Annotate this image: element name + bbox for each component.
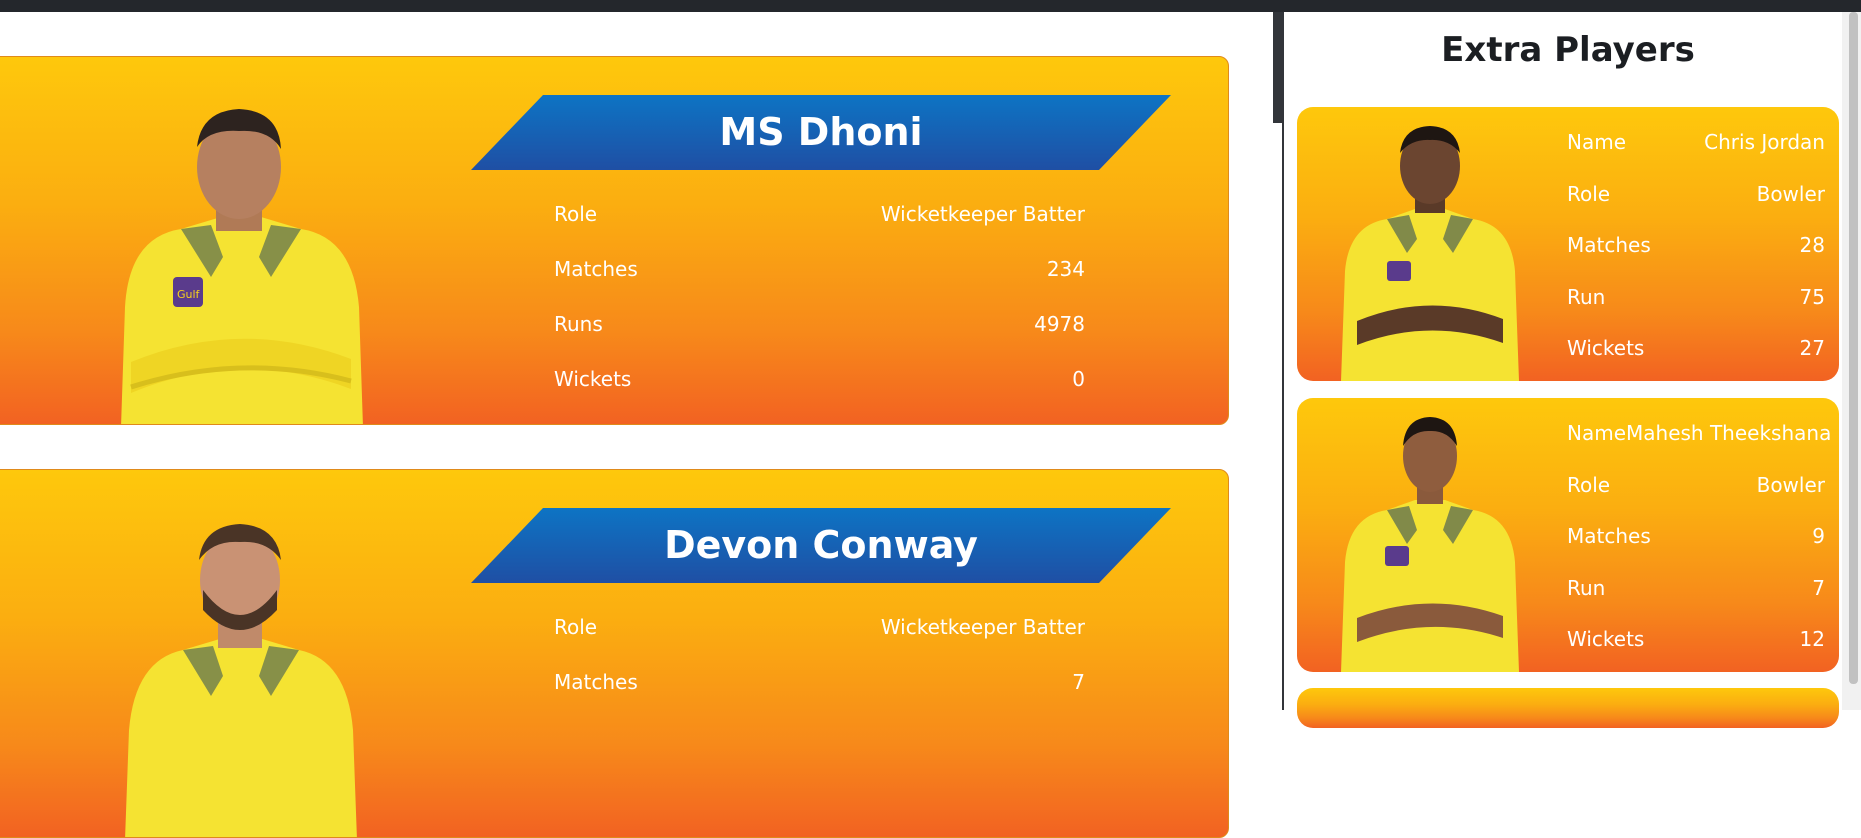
- extra-player-stats: Name Chris Jordan Role Bowler Matches 28…: [1567, 117, 1825, 375]
- stat-value: 0: [1072, 367, 1085, 391]
- extra-player-card[interactable]: Name Mahesh Theekshana Role Bowler Match…: [1297, 398, 1839, 672]
- stat-row-role: Role Wicketkeeper Batter: [554, 187, 1085, 242]
- player-card[interactable]: Devon Conway Role Wicketkeeper Batter Ma…: [0, 469, 1229, 838]
- stat-row-runs: Runs 4978: [554, 297, 1085, 352]
- player-name: MS Dhoni: [719, 110, 923, 154]
- extra-stat-row-name: Name Mahesh Theekshana: [1567, 408, 1831, 460]
- scrollbar-thumb[interactable]: [1849, 12, 1858, 684]
- stat-label: Run: [1567, 575, 1606, 600]
- extra-player-stats: Name Mahesh Theekshana Role Bowler Match…: [1567, 408, 1831, 666]
- stat-label: Matches: [1567, 233, 1651, 257]
- stat-value: 12: [1799, 627, 1825, 651]
- stat-row-role: Role Wicketkeeper Batter: [554, 600, 1085, 655]
- extra-stat-row-wickets: Wickets 12: [1567, 614, 1825, 666]
- stat-label: Wickets: [1567, 336, 1645, 360]
- stat-label: Wickets: [1567, 627, 1645, 651]
- player-stats: Role Wicketkeeper Batter Matches 7: [554, 600, 1085, 710]
- extra-stat-row-role: Role Bowler: [1567, 460, 1825, 512]
- stat-label: Run: [1567, 284, 1606, 309]
- stat-label: Matches: [554, 257, 638, 281]
- stat-label: Role: [554, 202, 598, 226]
- stat-label: Matches: [1567, 524, 1651, 548]
- stat-label: Runs: [554, 312, 603, 336]
- player-photo: [1341, 126, 1519, 381]
- stat-value: 7: [1072, 670, 1085, 694]
- player-name-banner: MS Dhoni: [471, 95, 1171, 170]
- stat-value: 7: [1812, 575, 1825, 600]
- stat-value: 234: [1046, 257, 1085, 281]
- extra-stat-row-run: Run 7: [1567, 563, 1825, 615]
- player-photo: [125, 524, 357, 837]
- stat-label: Role: [554, 615, 598, 639]
- player-photo: [1341, 417, 1519, 672]
- stat-row-matches: Matches 234: [554, 242, 1085, 297]
- extra-stat-row-matches: Matches 9: [1567, 511, 1825, 563]
- extra-player-card[interactable]: [1297, 688, 1839, 728]
- extra-stat-row-wickets: Wickets 27: [1567, 323, 1825, 375]
- stat-value: Bowler: [1756, 181, 1825, 206]
- stat-value: Wicketkeeper Batter: [880, 615, 1085, 639]
- player-name-banner: Devon Conway: [471, 508, 1171, 583]
- stat-value: Chris Jordan: [1704, 130, 1825, 154]
- stat-value: 28: [1799, 233, 1825, 257]
- stat-value: 75: [1799, 284, 1825, 309]
- extra-stat-row-run: Run 75: [1567, 272, 1825, 324]
- extra-player-card[interactable]: Name Chris Jordan Role Bowler Matches 28…: [1297, 107, 1839, 381]
- stat-label: Name: [1567, 421, 1627, 445]
- browser-top-bar: [0, 0, 1861, 12]
- stat-label: Matches: [554, 670, 638, 694]
- stat-value: 27: [1799, 336, 1825, 360]
- stat-value: Wicketkeeper Batter: [880, 202, 1085, 226]
- stat-label: Wickets: [554, 367, 632, 391]
- stat-value: Bowler: [1756, 472, 1825, 497]
- player-stats: Role Wicketkeeper Batter Matches 234 Run…: [554, 187, 1085, 407]
- extra-stat-row-name: Name Chris Jordan: [1567, 117, 1825, 169]
- player-photo: Gulf: [121, 109, 363, 424]
- stat-value: 4978: [1034, 312, 1085, 336]
- stat-label: Role: [1567, 472, 1611, 497]
- svg-text:Gulf: Gulf: [177, 288, 201, 301]
- stat-row-wickets: Wickets 0: [554, 352, 1085, 407]
- extra-stat-row-matches: Matches 28: [1567, 220, 1825, 272]
- stat-row-matches: Matches 7: [554, 655, 1085, 710]
- stat-label: Name: [1567, 130, 1627, 154]
- stat-value: Mahesh Theekshana: [1626, 421, 1832, 445]
- extra-stat-row-role: Role Bowler: [1567, 169, 1825, 221]
- player-card[interactable]: Gulf MS Dhoni Role Wicketkeeper Batter M…: [0, 56, 1229, 425]
- extra-players-title: Extra Players: [1441, 30, 1695, 70]
- player-name: Devon Conway: [664, 523, 978, 567]
- stat-label: Role: [1567, 181, 1611, 206]
- stat-value: 9: [1812, 524, 1825, 548]
